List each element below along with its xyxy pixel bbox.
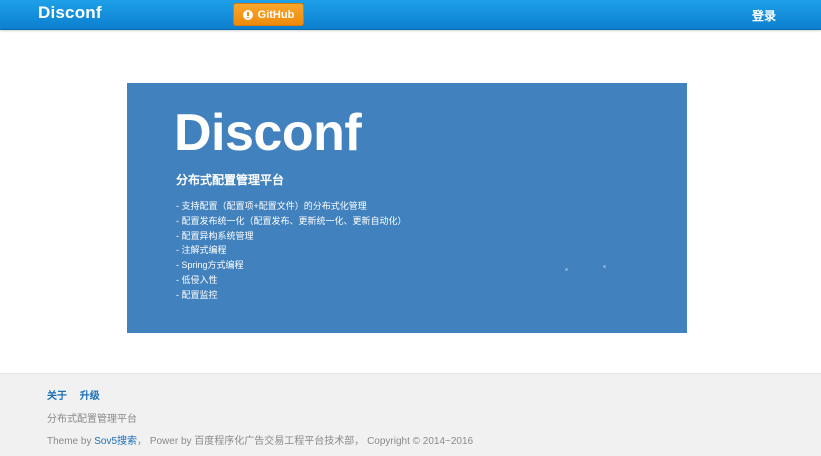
feature-item: - 配置发布统一化（配置发布、更新统一化、更新自动化） <box>176 215 407 226</box>
top-navbar: Disconf GitHub 登录 <box>0 0 821 30</box>
feature-item: - 配置异构系统管理 <box>176 230 254 241</box>
footer-credit: Theme by Sov5搜索， Power by 百度程序化广告交易工程平台技… <box>47 432 473 447</box>
github-button[interactable]: GitHub <box>233 3 304 26</box>
brand-logo-link[interactable]: Disconf <box>38 3 102 23</box>
decorative-dot <box>565 268 568 271</box>
footer-link-upgrade[interactable]: 升级 <box>80 391 100 402</box>
feature-item: - 注解式编程 <box>176 245 227 256</box>
feature-item: - 配置监控 <box>176 289 218 300</box>
footer-link-about[interactable]: 关于 <box>47 391 67 402</box>
page-footer: 关于 升级 分布式配置管理平台 Theme by Sov5搜索， Power b… <box>0 373 821 456</box>
banner-title: Disconf <box>174 104 362 162</box>
decorative-dot <box>603 265 606 268</box>
footer-links: 关于 升级 <box>47 387 110 402</box>
github-button-label: GitHub <box>257 8 295 21</box>
theme-prefix: Theme by <box>47 436 92 447</box>
feature-item: - 支持配置（配置项+配置文件）的分布式化管理 <box>176 201 367 211</box>
theme-link[interactable]: Sov5搜索 <box>94 436 137 447</box>
login-link[interactable]: 登录 <box>752 7 776 24</box>
feature-item: - 低侵入性 <box>176 274 218 285</box>
footer-description: 分布式配置管理平台 <box>47 414 137 425</box>
power-text: ， Power by 百度程序化广告交易工程平台技术部， Copyright ©… <box>137 436 474 447</box>
info-circle-icon <box>242 9 253 20</box>
feature-item: - Spring方式编程 <box>176 260 244 271</box>
hero-banner: Disconf 分布式配置管理平台 - 支持配置（配置项+配置文件）的分布式化管… <box>127 83 687 333</box>
banner-subtitle: 分布式配置管理平台 <box>176 173 285 187</box>
feature-list: - 支持配置（配置项+配置文件）的分布式化管理 - 配置发布统一化（配置发布、更… <box>176 199 407 303</box>
